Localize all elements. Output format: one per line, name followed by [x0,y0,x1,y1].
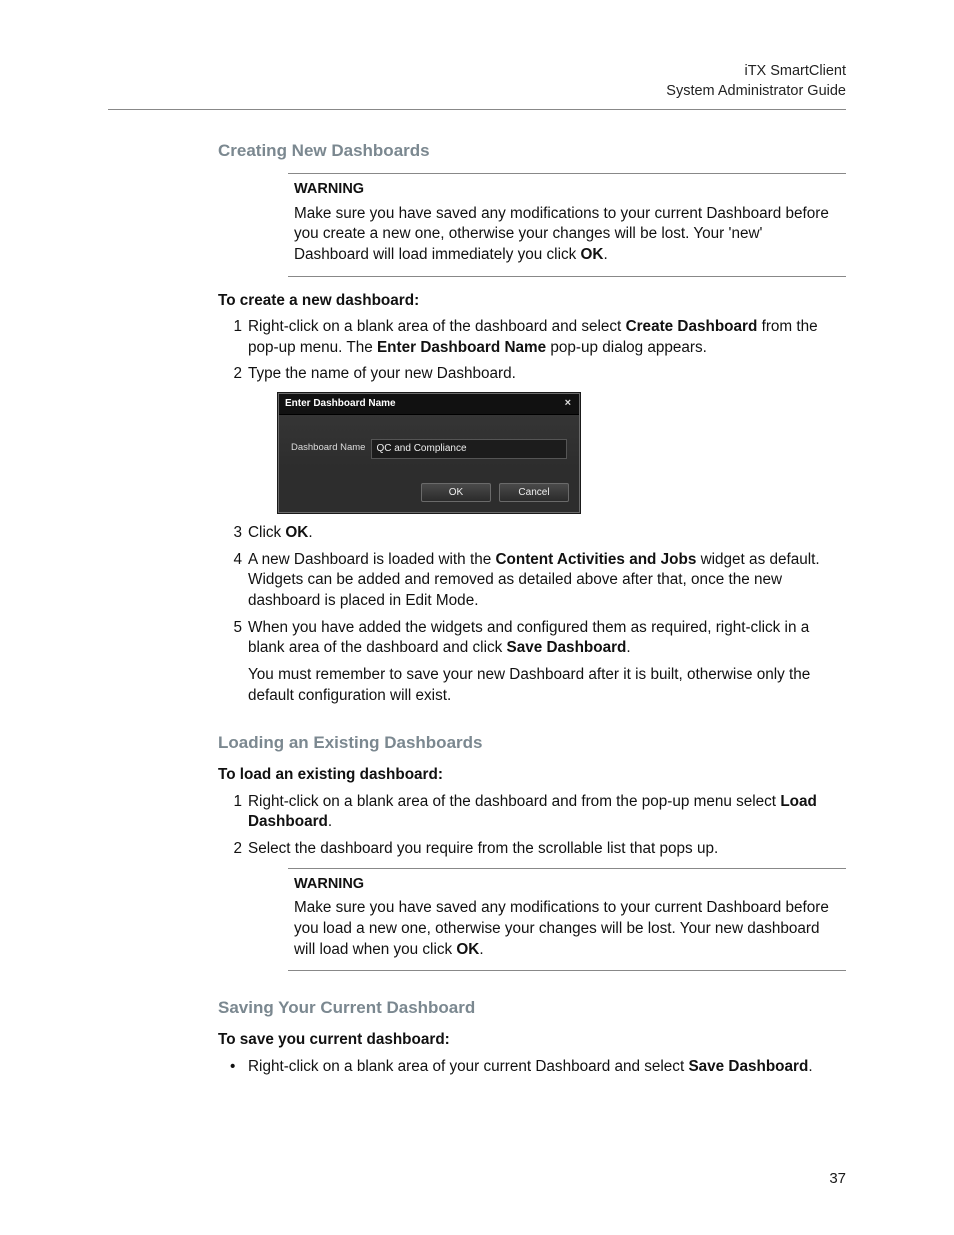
step-text: . [626,639,630,656]
step-text: A new Dashboard is loaded with the [248,551,495,568]
step-text: Type the name of your new Dashboard. [248,365,516,382]
step-1: 1 Right-click on a blank area of the das… [218,792,846,833]
dialog-screenshot: Enter Dashboard Name × Dashboard Name QC… [278,393,846,513]
step-4: 4 A new Dashboard is loaded with the Con… [218,550,846,612]
warning-label: WARNING [294,875,840,895]
bullets-saving: Right-click on a blank area of your curr… [218,1057,846,1078]
step-text: Click [248,524,285,541]
page: iTX SmartClient System Administrator Gui… [0,0,954,1235]
warning-text-part: Make sure you have saved any modificatio… [294,205,829,263]
step-number: 2 [224,839,242,860]
section-heading-saving: Saving Your Current Dashboard [218,997,846,1020]
dashboard-name-input[interactable]: QC and Compliance [371,439,567,459]
section-heading-loading: Loading an Existing Dashboards [218,732,846,755]
step-5-extra: You must remember to save your new Dashb… [248,665,846,706]
dialog-title: Enter Dashboard Name [285,397,396,411]
dialog-footer: OK Cancel [279,467,579,513]
section-heading-creating: Creating New Dashboards [218,140,846,163]
procedure-title-saving: To save you current dashboard: [218,1030,846,1051]
cancel-button[interactable]: Cancel [499,483,569,503]
steps-creating: 1 Right-click on a blank area of the das… [218,317,846,706]
dialog-body: Dashboard Name QC and Compliance [279,415,579,467]
warning-text: Make sure you have saved any modificatio… [294,204,840,266]
step-text: pop-up dialog appears. [546,339,707,356]
page-number: 37 [829,1170,846,1187]
warning-ok-bold: OK [581,246,604,263]
dashboard-name-row: Dashboard Name QC and Compliance [291,439,567,459]
bold-save-dashboard: Save Dashboard [507,639,627,656]
step-text: Right-click on a blank area of the dashb… [248,318,626,335]
close-icon[interactable]: × [563,398,573,409]
step-number: 5 [224,618,242,639]
warning-box-loading: WARNING Make sure you have saved any mod… [288,868,846,971]
warning-box-creating: WARNING Make sure you have saved any mod… [288,173,846,276]
step-5: 5 When you have added the widgets and co… [218,618,846,707]
running-header: iTX SmartClient System Administrator Gui… [108,62,846,101]
dashboard-name-label: Dashboard Name [291,442,365,455]
warning-text-part: Make sure you have saved any modificatio… [294,899,829,957]
bold-create-dashboard: Create Dashboard [626,318,758,335]
warning-label: WARNING [294,180,840,200]
step-text: . [308,524,312,541]
step-2: 2 Type the name of your new Dashboard. E… [218,364,846,513]
step-number: 4 [224,550,242,571]
warning-ok-bold: OK [456,941,479,958]
step-3: 3 Click OK. [218,523,846,544]
step-number: 3 [224,523,242,544]
procedure-title-creating: To create a new dashboard: [218,291,846,312]
procedure-title-loading: To load an existing dashboard: [218,765,846,786]
steps-loading: 1 Right-click on a blank area of the das… [218,792,846,860]
content-area: Creating New Dashboards WARNING Make sur… [218,140,846,1077]
step-text: Right-click on a blank area of the dashb… [248,793,780,810]
step-number: 1 [224,317,242,338]
step-1: 1 Right-click on a blank area of the das… [218,317,846,358]
step-2: 2 Select the dashboard you require from … [218,839,846,860]
bullet-text: . [808,1058,812,1075]
warning-text-tail: . [479,941,483,958]
step-number: 1 [224,792,242,813]
step-text: Select the dashboard you require from th… [248,840,718,857]
bold-content-activities: Content Activities and Jobs [495,551,696,568]
dialog-titlebar: Enter Dashboard Name × [279,394,579,415]
ok-button[interactable]: OK [421,483,491,503]
step-text: . [328,813,332,830]
bold-enter-dashboard-name: Enter Dashboard Name [377,339,546,356]
bold-ok: OK [285,524,308,541]
step-number: 2 [224,364,242,385]
bullet-1: Right-click on a blank area of your curr… [218,1057,846,1078]
warning-text-tail: . [603,246,607,263]
doc-title: System Administrator Guide [108,82,846,102]
product-name: iTX SmartClient [108,62,846,82]
header-rule [108,109,846,110]
bold-save-dashboard: Save Dashboard [688,1058,808,1075]
enter-dashboard-name-dialog: Enter Dashboard Name × Dashboard Name QC… [278,393,580,513]
warning-text: Make sure you have saved any modificatio… [294,898,840,960]
bullet-text: Right-click on a blank area of your curr… [248,1058,688,1075]
